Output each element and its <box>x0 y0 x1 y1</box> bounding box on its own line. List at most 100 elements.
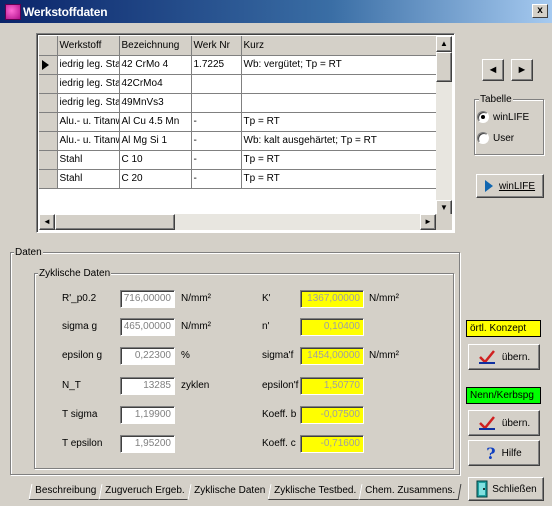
nenn-kerbspg-badge: Nenn/Kerbspg <box>466 387 541 404</box>
table-cell[interactable]: Alu.- u. Titanwei <box>57 112 120 132</box>
value-field[interactable]: 1,19900 <box>120 406 175 424</box>
tab-beschreibung[interactable]: Beschreibung <box>28 484 103 500</box>
tabelle-label: Tabelle <box>479 94 513 105</box>
hscroll-thumb[interactable] <box>55 214 175 230</box>
field-label: T sigma <box>62 409 98 420</box>
row-indicator[interactable] <box>39 112 58 132</box>
next-record-button[interactable]: ► <box>511 59 533 81</box>
table-cell[interactable]: Al Mg Si 1 <box>119 131 192 151</box>
value-field[interactable]: 1367,00000 <box>300 290 364 308</box>
row-indicator[interactable] <box>39 150 58 170</box>
uebern-label: übern. <box>501 351 531 363</box>
row-indicator[interactable] <box>39 169 58 189</box>
oertl-konzept-badge: örtl. Konzept <box>466 320 541 337</box>
table-row[interactable]: Alu.- u. TitanweiAl Mg Si 1-Wb: kalt aus… <box>39 131 436 151</box>
table-row[interactable]: iedrig leg. Stahl49MnVs3 <box>39 93 436 113</box>
schliessen-button[interactable]: Schließen <box>468 477 544 501</box>
tab-zugversuch[interactable]: Zugveruch Ergeb. <box>98 484 192 500</box>
close-button[interactable]: x <box>532 4 548 18</box>
play-icon <box>484 180 493 192</box>
daten-label: Daten <box>14 247 43 258</box>
tab-strip: Beschreibung Zugveruch Ergeb. Zyklische … <box>28 484 462 500</box>
table-cell[interactable]: Stahl <box>57 169 120 189</box>
table-cell[interactable] <box>241 74 436 94</box>
table-row[interactable]: iedrig leg. Stahl42CrMo4 <box>39 74 436 94</box>
scroll-up-icon[interactable]: ▲ <box>436 36 452 52</box>
table-cell[interactable] <box>191 93 242 113</box>
winlife-button[interactable]: winLIFE <box>476 174 544 198</box>
unit-label: N/mm² <box>369 293 399 304</box>
table-cell[interactable]: iedrig leg. Stahl <box>57 55 120 75</box>
vertical-scrollbar[interactable]: ▲ ▼ <box>436 36 452 216</box>
table-cell[interactable]: 1.7225 <box>191 55 242 75</box>
table-row[interactable]: Stahl C 10- Tp = RT <box>39 150 436 170</box>
value-field[interactable]: 716,00000 <box>120 290 175 308</box>
table-cell[interactable]: Al Cu 4.5 Mn <box>119 112 192 132</box>
table-cell[interactable]: Tp = RT <box>241 150 436 170</box>
uebern-button-1[interactable]: übern. <box>468 344 540 370</box>
tab-zyklische-testbed[interactable]: Zyklische Testbed. <box>267 484 363 500</box>
material-grid[interactable]: Werkstoff Bezeichnung Werk Nr Kurz iedri… <box>36 33 455 233</box>
table-cell[interactable]: 42CrMo4 <box>119 74 192 94</box>
value-field[interactable]: 1,50770 <box>300 377 364 395</box>
value-field[interactable]: 13285 <box>120 377 175 395</box>
table-cell[interactable]: - <box>191 131 242 151</box>
column-header[interactable]: Werk Nr <box>191 36 242 56</box>
row-indicator[interactable] <box>39 74 58 94</box>
row-indicator[interactable] <box>39 93 58 113</box>
table-cell[interactable]: - <box>191 169 242 189</box>
value-field[interactable]: -0,71600 <box>300 435 364 453</box>
horizontal-scrollbar[interactable]: ◄ ► <box>39 214 436 230</box>
column-header[interactable]: Bezeichnung <box>119 36 192 56</box>
scroll-right-icon[interactable]: ► <box>420 214 436 230</box>
table-cell[interactable]: iedrig leg. Stahl <box>57 74 120 94</box>
row-indicator[interactable] <box>39 55 58 75</box>
table-cell[interactable]: 42 CrMo 4 <box>119 55 192 75</box>
window-title: Werkstoffdaten <box>23 4 108 19</box>
table-cell[interactable]: Tp = RT <box>241 169 436 189</box>
radio-user[interactable]: User <box>477 132 514 144</box>
table-cell[interactable] <box>191 74 242 94</box>
table-row[interactable]: Stahl C 20- Tp = RT <box>39 169 436 189</box>
uebern-button-2[interactable]: übern. <box>468 410 540 436</box>
table-cell[interactable]: Wb: vergütet; Tp = RT <box>241 55 436 75</box>
door-exit-icon <box>476 480 488 498</box>
help-icon: ? <box>486 443 496 463</box>
value-field[interactable]: 465,00000 <box>120 318 175 336</box>
column-header[interactable]: Kurz <box>241 36 436 56</box>
value-field[interactable]: 0,10400 <box>300 318 364 336</box>
radio-dot <box>477 111 489 123</box>
value-field[interactable]: 0,22300 <box>120 347 175 365</box>
hilfe-label: Hilfe <box>501 447 522 459</box>
table-cell[interactable]: Stahl <box>57 150 120 170</box>
table-cell[interactable]: - <box>191 112 242 132</box>
table-cell[interactable]: C 20 <box>119 169 192 189</box>
table-cell[interactable] <box>241 93 436 113</box>
table-cell[interactable]: Wb: kalt ausgehärtet; Tp = RT <box>241 131 436 151</box>
tab-chem-zusammens[interactable]: Chem. Zusammens. <box>358 484 462 500</box>
column-header[interactable]: Werkstoff <box>57 36 120 56</box>
table-row[interactable]: iedrig leg. Stahl42 CrMo 41.7225Wb: verg… <box>39 55 436 75</box>
table-cell[interactable]: C 10 <box>119 150 192 170</box>
scroll-thumb[interactable] <box>436 52 452 82</box>
value-field[interactable]: 1454,00000 <box>300 347 364 365</box>
row-indicator[interactable] <box>39 131 58 151</box>
table-cell[interactable]: Tp = RT <box>241 112 436 132</box>
table-cell[interactable]: iedrig leg. Stahl <box>57 93 120 113</box>
value-field[interactable]: 1,95200 <box>120 435 175 453</box>
table-cell[interactable]: 49MnVs3 <box>119 93 192 113</box>
field-label: R'_p0.2 <box>62 293 97 304</box>
hilfe-button[interactable]: ? Hilfe <box>468 440 540 466</box>
radio-winlife[interactable]: winLIFE <box>477 111 529 123</box>
table-cell[interactable]: - <box>191 150 242 170</box>
prev-record-button[interactable]: ◄ <box>482 59 504 81</box>
current-row-arrow-icon <box>42 59 49 70</box>
unit-label: % <box>181 350 190 361</box>
field-label: epsilon'f <box>262 380 299 391</box>
table-row[interactable]: Alu.- u. TitanweiAl Cu 4.5 Mn-Tp = RT <box>39 112 436 132</box>
value-field[interactable]: -0,07500 <box>300 406 364 424</box>
scroll-left-icon[interactable]: ◄ <box>39 214 55 230</box>
tab-zyklische-daten[interactable]: Zyklische Daten <box>187 484 272 500</box>
table-cell[interactable]: Alu.- u. Titanwei <box>57 131 120 151</box>
app-icon <box>5 3 21 20</box>
